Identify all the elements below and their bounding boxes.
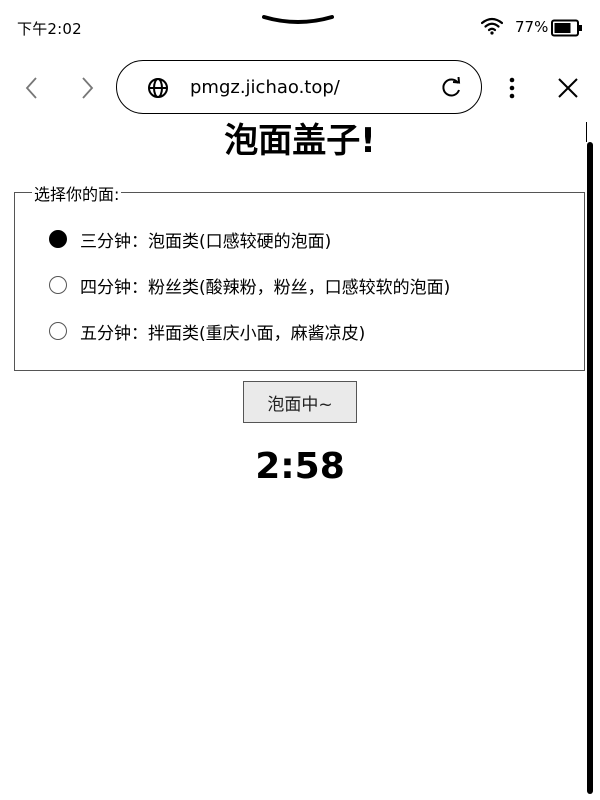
option-five-minutes[interactable]: 五分钟：拌面类(重庆小面，麻酱凉皮): [49, 318, 365, 344]
radio-three-minutes[interactable]: [49, 230, 67, 248]
option-three-minutes[interactable]: 三分钟：泡面类(口感较硬的泡面): [49, 226, 331, 252]
battery-icon: [551, 19, 583, 41]
option-four-minutes[interactable]: 四分钟：粉丝类(酸辣粉，粉丝，口感较软的泡面): [49, 272, 450, 298]
back-icon[interactable]: [22, 77, 42, 103]
battery-percentage: 77%: [515, 18, 549, 36]
more-menu-icon[interactable]: [502, 77, 522, 103]
brewing-button[interactable]: 泡面中~: [243, 381, 357, 423]
scrollbar-track: [586, 122, 587, 142]
url-text[interactable]: pmgz.jichao.top/: [190, 77, 340, 98]
radio-five-minutes[interactable]: [49, 322, 67, 340]
forward-icon[interactable]: [78, 77, 98, 103]
pull-down-handle-icon[interactable]: [262, 12, 334, 31]
countdown-timer: 2:58: [255, 446, 345, 487]
reload-icon[interactable]: [440, 76, 462, 103]
radio-four-minutes[interactable]: [49, 276, 67, 294]
page-title: 泡面盖子!: [224, 121, 376, 161]
close-icon[interactable]: [557, 77, 579, 103]
scrollbar-thumb[interactable]: [587, 142, 593, 794]
status-bar: 下午2:02 77%: [0, 0, 600, 52]
status-time: 下午2:02: [17, 20, 82, 38]
fieldset-legend: 选择你的面:: [32, 181, 122, 205]
globe-icon: [147, 77, 169, 103]
option-label: 三分钟：泡面类(口感较硬的泡面): [80, 231, 332, 252]
noodle-type-fieldset: 选择你的面: 三分钟：泡面类(口感较硬的泡面) 四分钟：粉丝类(酸辣粉，粉丝，口…: [14, 181, 585, 371]
browser-toolbar: pmgz.jichao.top/: [0, 58, 600, 118]
option-label: 五分钟：拌面类(重庆小面，麻酱凉皮): [80, 323, 366, 344]
option-label: 四分钟：粉丝类(酸辣粉，粉丝，口感较软的泡面): [80, 277, 451, 298]
wifi-icon: [480, 17, 504, 39]
screen: 下午2:02 77% pmgz.jichao.top/ 泡面盖子! 选择你的面:…: [0, 0, 600, 800]
address-bar[interactable]: pmgz.jichao.top/: [116, 60, 482, 114]
